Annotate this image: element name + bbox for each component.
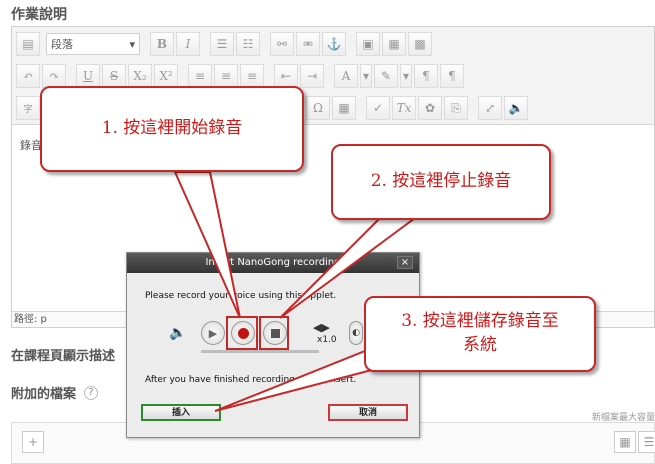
callout-1-pointer — [173, 171, 241, 319]
callout-step-3-line2: 系統 — [463, 335, 497, 355]
stop-highlight-box — [259, 316, 289, 350]
callout-step-1: 1. 按這裡開始錄音 — [40, 86, 304, 172]
annotation-overlay — [173, 171, 419, 412]
callout-step-3-line1: 3. 按這裡儲存錄音至 — [401, 311, 559, 332]
record-highlight-box — [226, 316, 258, 350]
callout-step-3: 3. 按這裡儲存錄音至 系統 — [364, 296, 596, 372]
callout-step-2: 2. 按這裡停止錄音 — [331, 144, 551, 220]
